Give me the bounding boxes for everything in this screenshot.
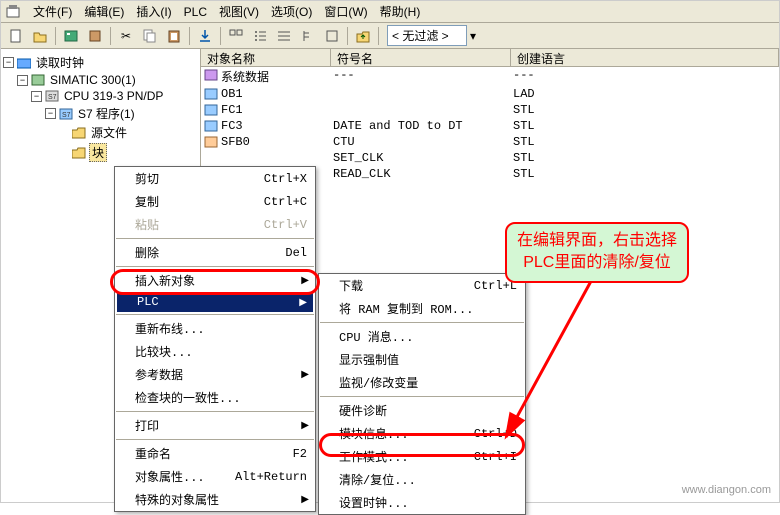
station-icon [30, 73, 46, 87]
menu-item[interactable]: 剪切Ctrl+X [115, 167, 315, 190]
tree-sources[interactable]: 源文件 [3, 123, 198, 142]
menu-plc[interactable]: PLC [178, 3, 213, 21]
menu-item[interactable]: 打印▶ [115, 414, 315, 437]
tree-blocks[interactable]: 块 [3, 142, 198, 163]
menu-item[interactable]: 特殊的对象属性▶ [115, 488, 315, 511]
list-row[interactable]: 系统数据------ [201, 67, 779, 86]
menu-item[interactable]: 重新布线... [115, 317, 315, 340]
menu-item[interactable]: PLC▶ [117, 292, 313, 312]
list-row[interactable]: OB1LAD [201, 86, 779, 102]
menu-item[interactable]: 粘贴Ctrl+V [115, 213, 315, 236]
tree-root[interactable]: −读取时钟 [3, 53, 198, 72]
collapse-icon[interactable]: − [31, 91, 42, 102]
project-icon [16, 56, 32, 70]
menu-item[interactable]: 复制Ctrl+C [115, 190, 315, 213]
plc-icon[interactable] [60, 25, 82, 47]
menu-item[interactable]: 重命名F2 [115, 442, 315, 465]
menu-item[interactable]: 对象属性...Alt+Return [115, 465, 315, 488]
tree-program[interactable]: −S7S7 程序(1) [3, 104, 198, 123]
toolbar: ✂ < 无过滤 >▾ [1, 23, 779, 49]
list-detail-icon[interactable] [273, 25, 295, 47]
block-icon [203, 119, 219, 133]
context-submenu[interactable]: 下载Ctrl+L将 RAM 复制到 ROM... CPU 消息...显示强制值监视… [318, 273, 526, 515]
list-row[interactable]: SFB0CTUSTL [201, 134, 779, 150]
context-menu[interactable]: 剪切Ctrl+X复制Ctrl+C粘贴Ctrl+V 删除Del 插入新对象▶PLC▶ 重… [114, 166, 316, 512]
menu-item[interactable]: CPU 消息... [319, 325, 525, 348]
menu-view[interactable]: 视图(V) [213, 1, 265, 22]
submenu-arrow-icon: ▶ [301, 420, 309, 431]
menu-item[interactable]: 删除Del [115, 241, 315, 264]
cpu-icon: S7 [44, 89, 60, 103]
callout-text: 在编辑界面，右击选择 PLC里面的清除/复位 [505, 222, 689, 283]
list-row[interactable]: FC1STL [201, 102, 779, 118]
watermark: www.diangon.com [682, 484, 771, 496]
list-lg-icon[interactable] [225, 25, 247, 47]
program-icon: S7 [58, 107, 74, 121]
tree-cpu[interactable]: −S7CPU 319-3 PN/DP [3, 88, 198, 104]
list-sm-icon[interactable] [249, 25, 271, 47]
menu-item[interactable]: 硬件诊断 [319, 399, 525, 422]
toggle-icon[interactable] [321, 25, 343, 47]
block-icon [203, 87, 219, 101]
block-icon [203, 68, 219, 82]
copy-icon[interactable] [139, 25, 161, 47]
list-header: 对象名称 符号名 创建语言 [201, 49, 779, 67]
cut-icon[interactable]: ✂ [115, 25, 137, 47]
blocks-icon [71, 146, 87, 160]
list-row[interactable]: FC3DATE and TOD to DTSTL [201, 118, 779, 134]
collapse-icon[interactable]: − [17, 75, 28, 86]
menu-item[interactable]: 显示强制值 [319, 348, 525, 371]
tree-icon[interactable] [297, 25, 319, 47]
menu-help[interactable]: 帮助(H) [374, 1, 427, 22]
tree-station[interactable]: −SIMATIC 300(1) [3, 72, 198, 88]
menu-item[interactable]: 将 RAM 复制到 ROM... [319, 297, 525, 320]
menu-item[interactable]: 清除/复位... [319, 468, 525, 491]
menu-item[interactable]: 模块信息...Ctrl+D [319, 422, 525, 445]
collapse-icon[interactable]: − [3, 57, 14, 68]
menu-file[interactable]: 文件(F) [27, 1, 78, 22]
menu-item[interactable]: 检查块的一致性... [115, 386, 315, 409]
submenu-arrow-icon: ▶ [301, 275, 309, 286]
menu-window[interactable]: 窗口(W) [318, 1, 373, 22]
col-symbol[interactable]: 符号名 [331, 49, 511, 66]
submenu-arrow-icon: ▶ [301, 369, 309, 380]
new-icon[interactable] [5, 25, 27, 47]
col-lang[interactable]: 创建语言 [511, 49, 779, 66]
menu-item[interactable]: 下载Ctrl+L [319, 274, 525, 297]
menu-insert[interactable]: 插入(I) [130, 1, 177, 22]
memcard-icon[interactable] [84, 25, 106, 47]
menu-item[interactable]: 比较块... [115, 340, 315, 363]
download-icon[interactable] [194, 25, 216, 47]
menu-item[interactable]: 监视/修改变量 [319, 371, 525, 394]
svg-text:S7: S7 [48, 94, 57, 101]
list-row[interactable]: SET_CLKSTL [201, 150, 779, 166]
block-icon [203, 151, 219, 165]
block-icon [203, 103, 219, 117]
paste-icon[interactable] [163, 25, 185, 47]
submenu-arrow-icon: ▶ [299, 297, 307, 308]
filter-box[interactable]: < 无过滤 >▾ [383, 25, 483, 46]
menu-item[interactable]: 参考数据▶ [115, 363, 315, 386]
menu-item[interactable]: 工作模式...Ctrl+I [319, 445, 525, 468]
open-icon[interactable] [29, 25, 51, 47]
menu-edit[interactable]: 编辑(E) [78, 1, 130, 22]
menu-options[interactable]: 选项(O) [265, 1, 318, 22]
up-folder-icon[interactable] [352, 25, 374, 47]
filter-text[interactable]: < 无过滤 > [387, 25, 467, 46]
svg-text:S7: S7 [62, 112, 71, 119]
menu-bar: 文件(F) 编辑(E) 插入(I) PLC 视图(V) 选项(O) 窗口(W) … [1, 1, 779, 23]
submenu-arrow-icon: ▶ [301, 494, 309, 505]
col-name[interactable]: 对象名称 [201, 49, 331, 66]
collapse-icon[interactable]: − [45, 108, 56, 119]
folder-icon [71, 126, 87, 140]
app-icon [5, 4, 21, 20]
menu-item[interactable]: 插入新对象▶ [115, 269, 315, 292]
block-icon [203, 135, 219, 149]
